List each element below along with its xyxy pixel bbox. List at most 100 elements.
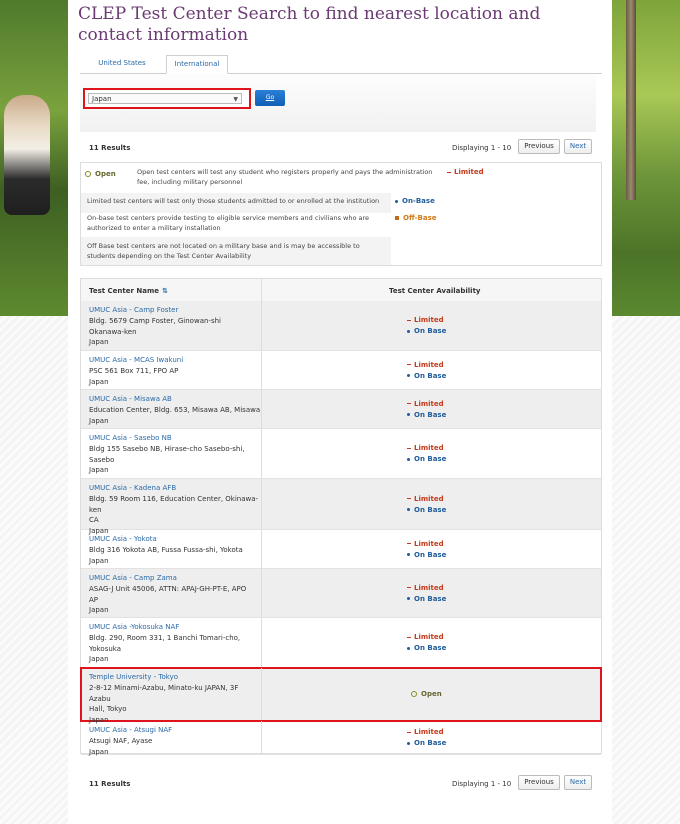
test-center-link[interactable]: UMUC Asia - Atsugi NAF	[89, 726, 172, 734]
test-center-link[interactable]: UMUC Asia - MCAS Iwakuni	[89, 356, 183, 364]
availability-limited: Limited	[407, 315, 446, 326]
availability-cell: Limited On Base	[407, 360, 446, 382]
address-line: Atsugi NAF, Ayase	[89, 737, 153, 745]
address-line: 2-8-12 Minami-Azabu, Minato-ku JAPAN, 3F…	[89, 684, 239, 703]
table-header: Test Center Name ⇅ Test Center Availabili…	[81, 279, 601, 302]
availability-onbase: On Base	[407, 550, 446, 561]
previous-button[interactable]: Previous	[518, 139, 560, 154]
legend-onbase-desc: On-base test centers provide testing to …	[87, 214, 370, 232]
onbase-dot-icon	[395, 199, 398, 203]
column-divider	[261, 721, 262, 754]
availability-onbase: On Base	[407, 410, 446, 421]
address-line: Yokosuka	[89, 644, 122, 653]
address-line: Okanawa-ken	[89, 327, 137, 336]
availability-limited: Limited	[407, 443, 446, 454]
open-dot-icon	[85, 171, 91, 177]
legend-offbase-key: Off-Base	[395, 213, 437, 223]
column-divider	[261, 279, 262, 301]
address-line: Japan	[89, 556, 109, 565]
availability-onbase: On Base	[407, 505, 446, 516]
onbase-dot-icon	[407, 508, 410, 511]
address-line: Bldg. 290, Room 331, 1 Banchi Tomari-cho…	[89, 634, 241, 642]
limited-dash-icon	[407, 498, 411, 499]
page-title: CLEP Test Center Search to find nearest …	[78, 4, 541, 45]
column-divider	[261, 479, 262, 529]
results-table: Test Center Name ⇅ Test Center Availabili…	[80, 278, 602, 757]
test-center-link[interactable]: UMUC Asia - Sasebo NB	[89, 434, 172, 442]
test-center-address: Atsugi NAF, Ayase Japan	[89, 736, 261, 757]
test-center-link[interactable]: Temple University - Tokyo	[89, 673, 178, 681]
address-line: Sasebo	[89, 455, 115, 464]
address-line: Bldg. 59 Room 116, Education Center, Oki…	[89, 495, 259, 514]
address-line: Japan	[89, 466, 109, 474]
availability-limited: Limited	[407, 727, 446, 738]
address-line: Japan	[89, 377, 109, 386]
go-button[interactable]: Go	[255, 90, 285, 106]
address-line: AP	[89, 595, 99, 604]
address-line: CA	[89, 516, 99, 524]
availability-cell: Limited On Base	[407, 399, 446, 421]
previous-button[interactable]: Previous	[518, 775, 560, 790]
table-row: UMUC Asia - Yokota Bldg 316 Yokota AB, Fu…	[81, 530, 601, 569]
sort-icon[interactable]: ⇅	[162, 287, 168, 295]
results-count: 11 Results	[89, 780, 131, 788]
test-center-address: PSC 561 Box 711, FPO AP Japan	[89, 366, 261, 387]
test-center-link[interactable]: UMUC Asia - Camp Foster	[89, 306, 178, 314]
availability-limited: Limited	[407, 583, 446, 594]
table-row: UMUC Asia - Misawa AB Education Center, B…	[81, 390, 601, 429]
address-line: PSC 561 Box 711, FPO AP	[89, 367, 179, 375]
country-select-highlight: Japan ▼	[83, 88, 251, 109]
test-center-address: 2-8-12 Minami-Azabu, Minato-ku JAPAN, 3F…	[89, 683, 261, 725]
table-row: UMUC Asia -Yokosuka NAF Bldg. 290, Room 3…	[81, 618, 601, 668]
column-divider	[261, 301, 262, 350]
availability-onbase: On Base	[407, 326, 446, 337]
table-row: UMUC Asia - Atsugi NAF Atsugi NAF, Ayase J…	[81, 721, 601, 757]
test-center-address: Bldg 316 Yokota AB, Fussa Fussa-shi, Yok…	[89, 545, 261, 566]
background-pattern-right	[612, 316, 680, 824]
chevron-down-icon: ▼	[233, 96, 238, 103]
limited-dash-icon	[407, 636, 411, 638]
test-center-link[interactable]: UMUC Asia - Misawa AB	[89, 395, 172, 403]
test-center-link[interactable]: UMUC Asia - Camp Zama	[89, 574, 177, 582]
limited-dash-icon	[407, 447, 411, 449]
column-divider	[261, 618, 262, 667]
address-line: Japan	[89, 606, 109, 614]
country-select[interactable]: Japan ▼	[88, 93, 242, 104]
test-center-link[interactable]: UMUC Asia - Kadena AFB	[89, 484, 176, 492]
column-divider	[261, 390, 262, 428]
limited-dash-icon	[407, 319, 411, 321]
next-button[interactable]: Next	[564, 775, 592, 790]
tab-international[interactable]: International	[166, 55, 228, 74]
offbase-square-icon	[395, 216, 399, 220]
limited-dash-icon	[407, 403, 411, 404]
col-header-name[interactable]: Test Center Name ⇅	[89, 287, 168, 295]
onbase-dot-icon	[407, 741, 410, 745]
background-person	[4, 95, 50, 215]
displaying-range: Displaying 1 - 10	[452, 144, 512, 152]
limited-dash-icon	[407, 543, 411, 544]
test-center-link[interactable]: UMUC Asia -Yokosuka NAF	[89, 623, 179, 631]
legend-open-key: Open	[85, 170, 116, 178]
availability-cell: Limited On Base	[407, 632, 446, 654]
next-button[interactable]: Next	[564, 139, 592, 154]
country-select-value: Japan	[92, 95, 112, 103]
availability-cell: Limited On Base	[407, 443, 446, 465]
availability-cell: Limited On Base	[407, 583, 446, 605]
background-tree	[626, 0, 636, 200]
test-center-address: ASAG-J Unit 45006, ATTN: APAJ-GH-PT-E, A…	[89, 584, 261, 616]
address-line: Bldg 155 Sasebo NB, Hirase-cho Sasebo-sh…	[89, 445, 245, 453]
test-center-link[interactable]: UMUC Asia - Yokota	[89, 535, 157, 543]
tab-united-states[interactable]: United States	[80, 55, 164, 72]
address-line: Japan	[89, 416, 109, 425]
column-divider	[261, 429, 262, 478]
availability-limited: Limited	[407, 399, 446, 410]
legend-offbase-desc: Off Base test centers are not located on…	[87, 242, 360, 260]
limited-dash-icon	[407, 731, 411, 733]
column-divider	[261, 351, 262, 389]
background-pattern-left	[0, 316, 68, 824]
background-photo-left	[0, 0, 68, 316]
search-panel: Japan ▼ Go	[80, 74, 596, 132]
col-header-availability: Test Center Availability	[389, 287, 481, 295]
test-center-address: Education Center, Bldg. 653, Misawa AB, …	[89, 405, 261, 426]
table-row: UMUC Asia - Sasebo NB Bldg 155 Sasebo NB,…	[81, 429, 601, 479]
